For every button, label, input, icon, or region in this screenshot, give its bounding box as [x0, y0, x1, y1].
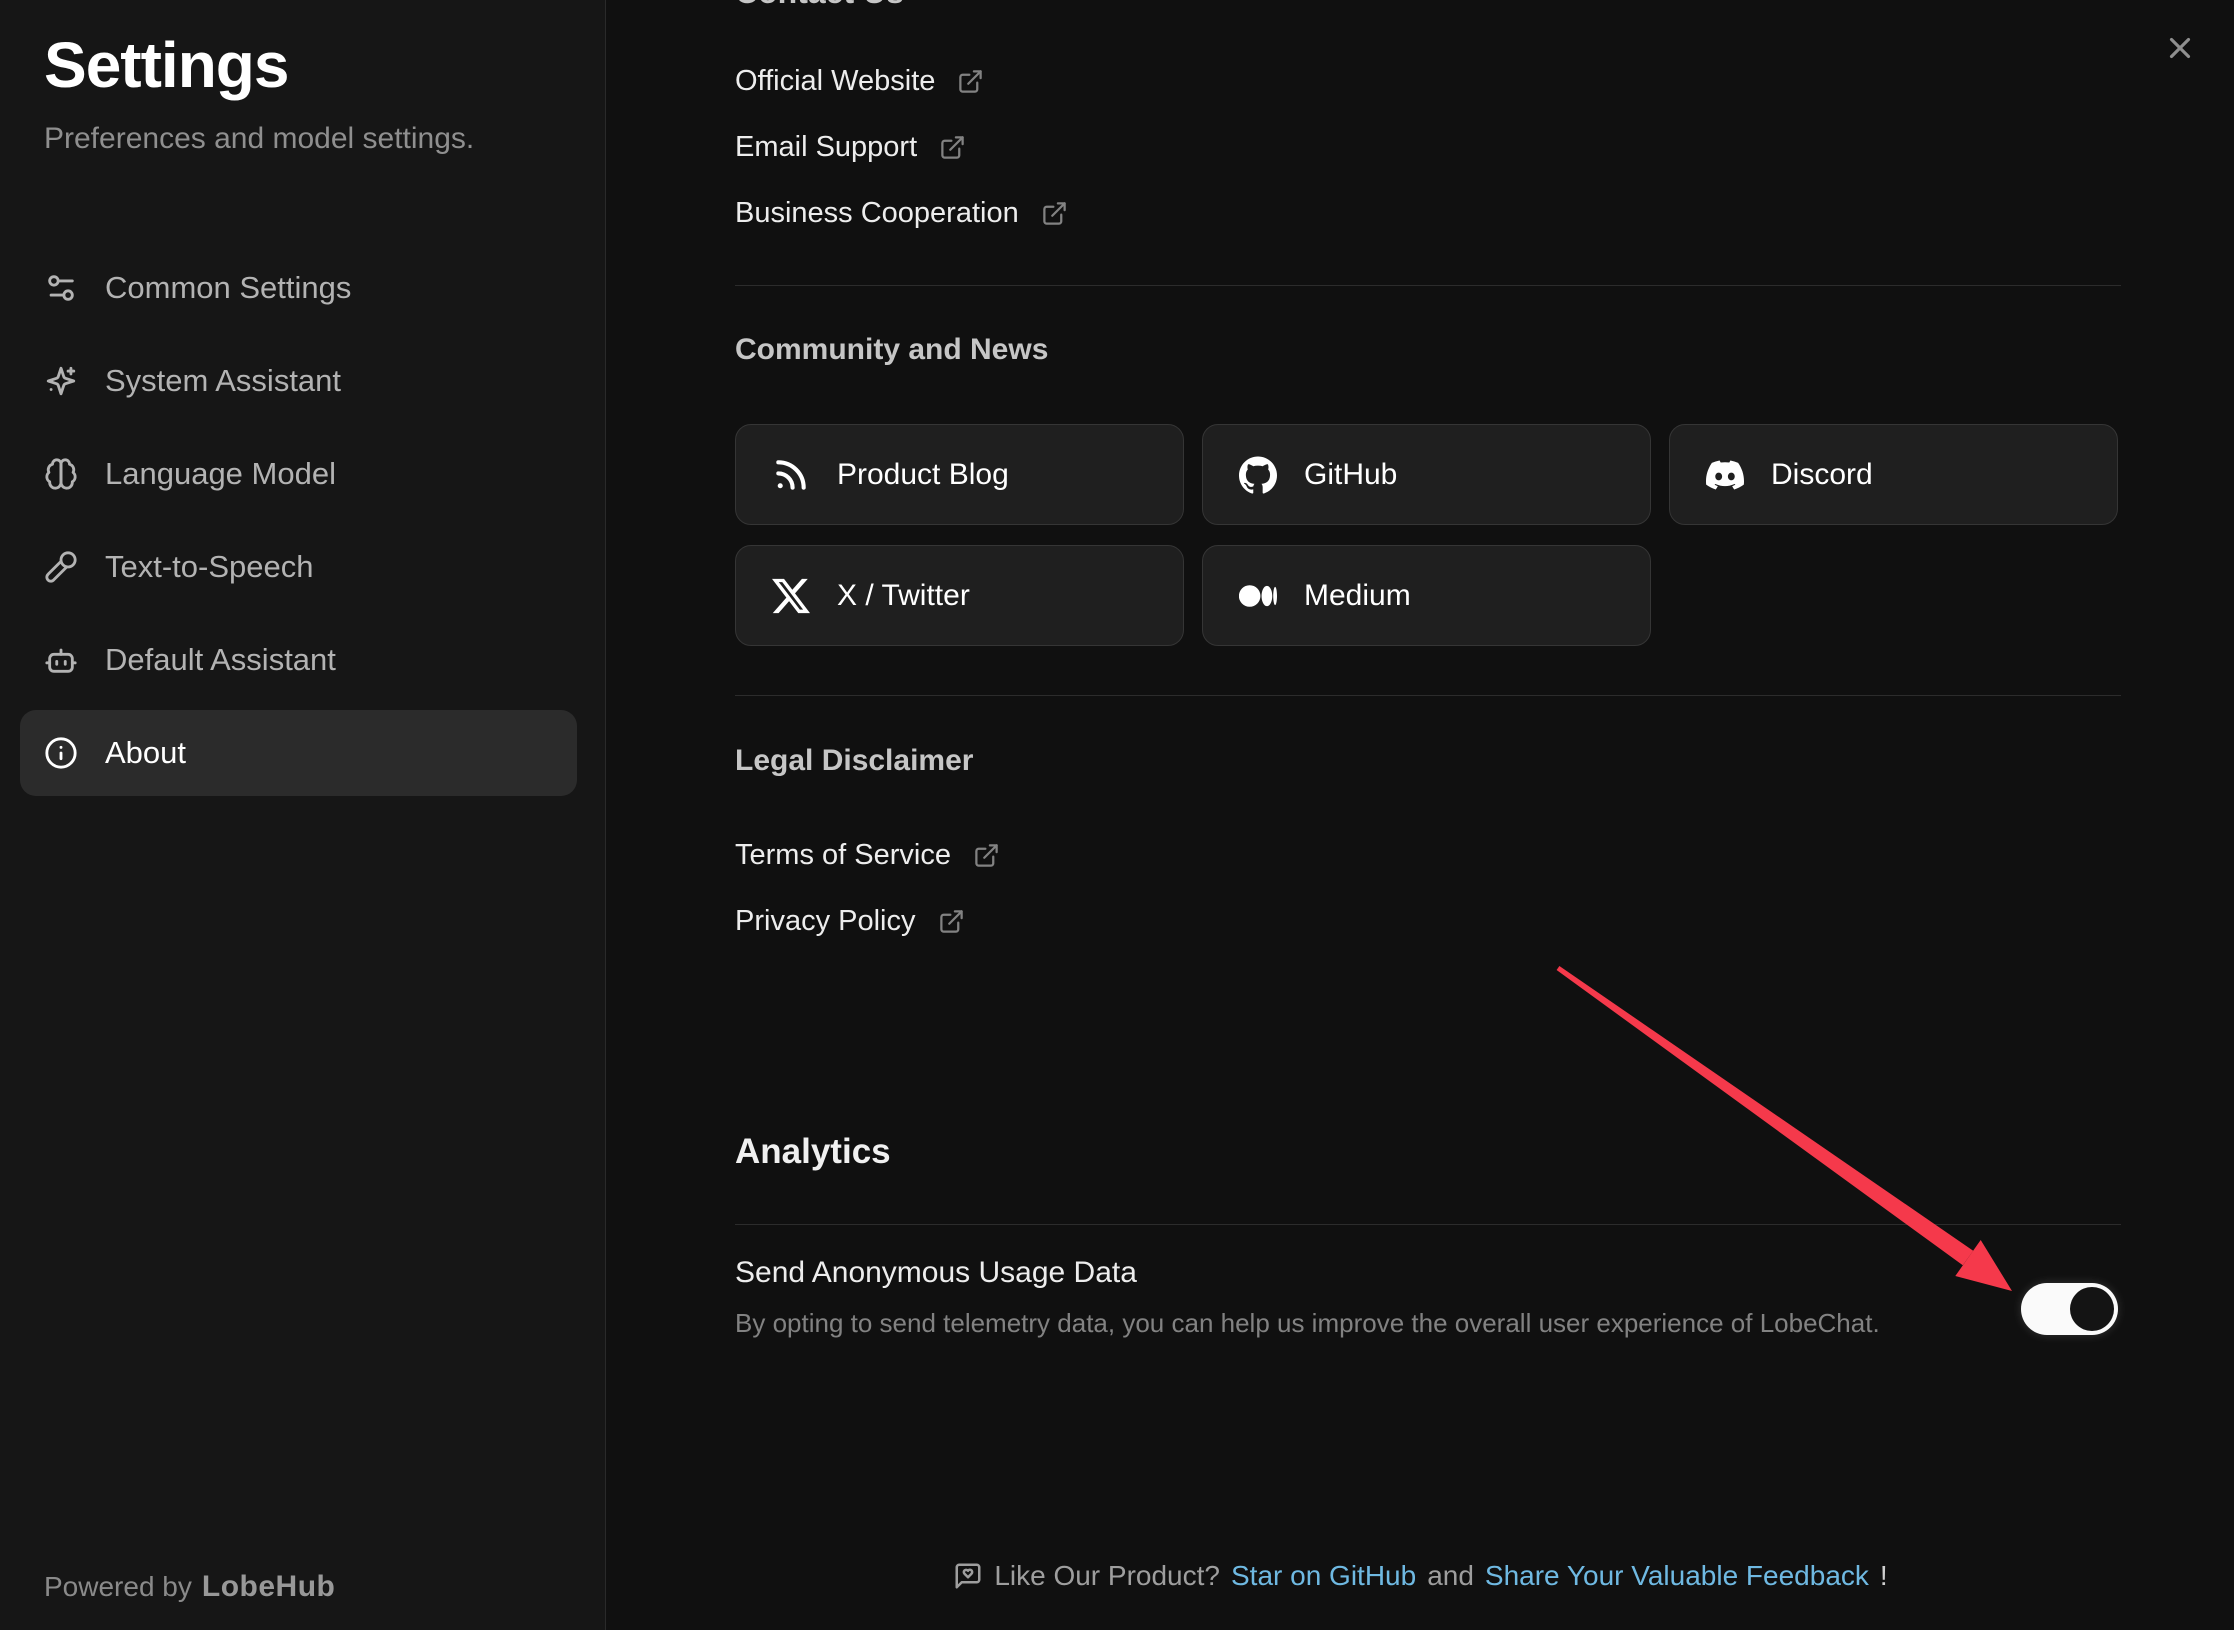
sidebar-item-about[interactable]: About — [20, 710, 577, 796]
footer-text: ! — [1880, 1560, 1888, 1592]
medium-icon — [1239, 577, 1277, 615]
section-title-community: Community and News — [735, 333, 1048, 367]
external-link-icon — [938, 908, 965, 935]
bot-icon — [44, 643, 78, 677]
sidebar-item-label: Text-to-Speech — [105, 549, 314, 585]
external-link-icon — [1041, 200, 1068, 227]
section-divider — [735, 285, 2121, 286]
medium-button[interactable]: Medium — [1202, 545, 1651, 646]
link-privacy-policy[interactable]: Privacy Policy — [735, 888, 1000, 954]
button-label: Product Blog — [837, 458, 1009, 492]
link-terms-of-service[interactable]: Terms of Service — [735, 822, 1000, 888]
button-label: X / Twitter — [837, 579, 970, 613]
sidebar-item-label: System Assistant — [105, 363, 341, 399]
community-buttons: Product Blog GitHub Discord X / Twitter … — [735, 424, 2118, 646]
about-settings-panel: Contact Us Official Website Email Suppor… — [607, 0, 2234, 1630]
link-official-website[interactable]: Official Website — [735, 48, 1068, 114]
send-usage-data-toggle[interactable] — [2021, 1283, 2118, 1335]
link-label: Privacy Policy — [735, 905, 916, 938]
button-label: Medium — [1304, 579, 1411, 613]
sidebar-item-language-model[interactable]: Language Model — [20, 431, 577, 517]
mic-icon — [44, 550, 78, 584]
github-button[interactable]: GitHub — [1202, 424, 1651, 525]
section-title-analytics: Analytics — [735, 1132, 891, 1172]
sidebar-item-label: About — [105, 735, 186, 771]
sidebar-item-label: Default Assistant — [105, 642, 336, 678]
external-link-icon — [957, 68, 984, 95]
close-icon — [2163, 31, 2197, 65]
sidebar-item-text-to-speech[interactable]: Text-to-Speech — [20, 524, 577, 610]
toggle-knob — [2070, 1287, 2114, 1331]
link-label: Email Support — [735, 131, 917, 164]
sidebar-menu: Common Settings System Assistant Languag… — [20, 245, 577, 796]
message-heart-icon — [953, 1561, 983, 1591]
setting-description: By opting to send telemetry data, you ca… — [735, 1308, 1880, 1339]
settings-sliders-icon — [44, 271, 78, 305]
link-business-cooperation[interactable]: Business Cooperation — [735, 180, 1068, 246]
share-feedback-link[interactable]: Share Your Valuable Feedback — [1485, 1560, 1869, 1592]
x-twitter-icon — [772, 577, 810, 615]
info-icon — [44, 736, 78, 770]
lobechat-settings-page: { "colors": { "link_blue": "#6fb9e2", "a… — [0, 0, 2234, 1630]
section-divider — [735, 695, 2121, 696]
star-on-github-link[interactable]: Star on GitHub — [1231, 1560, 1416, 1592]
page-subtitle: Preferences and model settings. — [44, 122, 474, 156]
footer-text: Like Our Product? — [994, 1560, 1220, 1592]
sidebar-item-default-assistant[interactable]: Default Assistant — [20, 617, 577, 703]
button-label: Discord — [1771, 458, 1873, 492]
link-label: Business Cooperation — [735, 197, 1019, 230]
discord-button[interactable]: Discord — [1669, 424, 2118, 525]
link-label: Official Website — [735, 65, 935, 98]
section-title-contact-us: Contact Us — [735, 0, 904, 11]
setting-label-send-usage-data: Send Anonymous Usage Data — [735, 1256, 1137, 1290]
button-label: GitHub — [1304, 458, 1397, 492]
sidebar-item-common-settings[interactable]: Common Settings — [20, 245, 577, 331]
link-label: Terms of Service — [735, 839, 951, 872]
sparkles-icon — [44, 364, 78, 398]
page-title: Settings — [44, 28, 288, 102]
lobehub-brand[interactable]: LobeHub — [202, 1570, 335, 1604]
external-link-icon — [973, 842, 1000, 869]
settings-sidebar: Settings Preferences and model settings.… — [0, 0, 606, 1630]
powered-by: Powered by LobeHub — [44, 1570, 335, 1604]
close-button[interactable] — [2154, 22, 2206, 74]
rss-icon — [772, 456, 810, 494]
product-blog-button[interactable]: Product Blog — [735, 424, 1184, 525]
page-footer: Like Our Product? Star on GitHub and Sha… — [607, 1560, 2234, 1592]
discord-icon — [1706, 456, 1744, 494]
sidebar-item-label: Common Settings — [105, 270, 351, 306]
powered-by-label: Powered by — [44, 1571, 192, 1603]
x-twitter-button[interactable]: X / Twitter — [735, 545, 1184, 646]
brain-icon — [44, 457, 78, 491]
section-title-legal: Legal Disclaimer — [735, 744, 973, 778]
github-icon — [1239, 456, 1277, 494]
link-email-support[interactable]: Email Support — [735, 114, 1068, 180]
footer-text: and — [1427, 1560, 1474, 1592]
external-link-icon — [939, 134, 966, 161]
legal-links: Terms of Service Privacy Policy — [735, 822, 1000, 954]
sidebar-item-system-assistant[interactable]: System Assistant — [20, 338, 577, 424]
section-divider — [735, 1224, 2121, 1225]
sidebar-item-label: Language Model — [105, 456, 336, 492]
contact-links: Official Website Email Support Business … — [735, 48, 1068, 246]
